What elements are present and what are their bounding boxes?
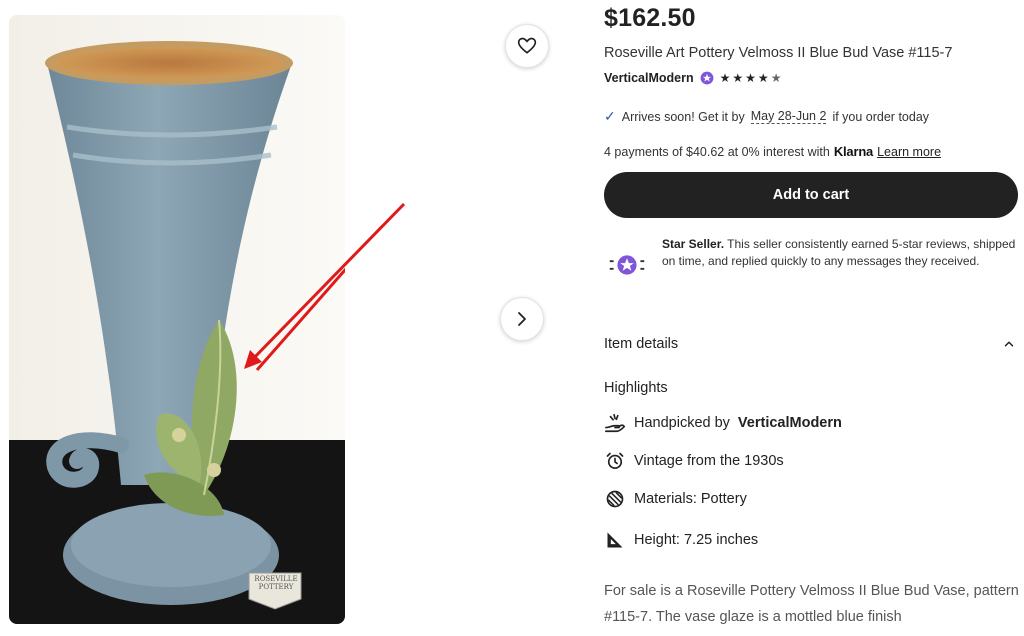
seller-row: VerticalModern ★ ★ ★ ★ ★ [604,71,782,85]
materials-icon [604,488,626,510]
learn-more-link[interactable]: Learn more [877,145,941,159]
highlight-text: Vintage from the 1930s [634,453,784,469]
star-icon: ★ [745,71,757,85]
seller-link[interactable]: VerticalModern [604,71,694,85]
highlight-height: Height: 7.25 inches [604,529,758,551]
half-star-icon: ★ [770,71,783,85]
highlights-heading: Highlights [604,380,668,396]
product-price: $162.50 [604,4,696,32]
star-icon: ★ [732,71,745,85]
rating-stars[interactable]: ★ ★ ★ ★ ★ [720,71,783,85]
delivery-prefix: Arrives soon! Get it by [621,109,745,124]
label-line-1: ROSEVILLE [254,575,298,583]
star-seller-text: Star Seller. This seller consistently ea… [662,236,1024,288]
klarna-logo: Klarna [833,144,874,159]
product-photo[interactable]: ROSEVILLE POTTERY [9,15,345,624]
product-title: Roseville Art Pottery Velmoss II Blue Bu… [604,45,953,61]
label-line-2: POTTERY [258,583,294,591]
star-icon: ★ [719,71,732,85]
next-image-button[interactable] [500,297,544,341]
ruler-triangle-icon [604,529,626,551]
highlight-seller-link[interactable]: VerticalModern [738,415,842,431]
highlight-materials: Materials: Pottery [604,488,747,510]
highlight-vintage: Vintage from the 1930s [604,450,784,472]
item-description: For sale is a Roseville Pottery Velmoss … [604,583,1019,625]
highlight-text: Height: 7.25 inches [634,532,759,548]
star-seller-info: Star Seller. This seller consistently ea… [604,236,1024,288]
highlight-handpicked: Handpicked by VerticalModern [604,412,842,434]
heart-icon [517,37,537,54]
item-details-title: Item details [604,336,679,352]
delivery-estimate: ✓ Arrives soon! Get it by May 28-Jun 2 i… [604,108,929,125]
chevron-up-icon [1004,341,1014,347]
item-details-toggle[interactable]: Item details [604,336,1016,352]
chevron-right-icon [518,312,526,326]
payment-info: 4 payments of $40.62 at 0% interest with… [604,144,941,159]
check-icon: ✓ [604,108,616,124]
star-icon: ★ [757,71,770,85]
hand-icon [604,412,626,434]
payment-text: 4 payments of $40.62 at 0% interest with [604,144,830,159]
vase-image [9,15,345,624]
highlight-text: Handpicked by [634,415,730,431]
add-to-cart-button[interactable]: Add to cart [604,172,1018,218]
favorite-button[interactable] [505,24,549,68]
label-text: ROSEVILLE POTTERY [251,575,301,591]
delivery-suffix: if you order today [832,109,930,124]
highlight-text: Materials: Pottery [634,491,747,507]
delivery-dates[interactable]: May 28-Jun 2 [750,109,827,124]
star-seller-title: Star Seller. [662,237,725,251]
alarm-clock-icon [604,450,626,472]
star-seller-badge-icon [700,71,714,85]
star-seller-icon [609,255,645,275]
